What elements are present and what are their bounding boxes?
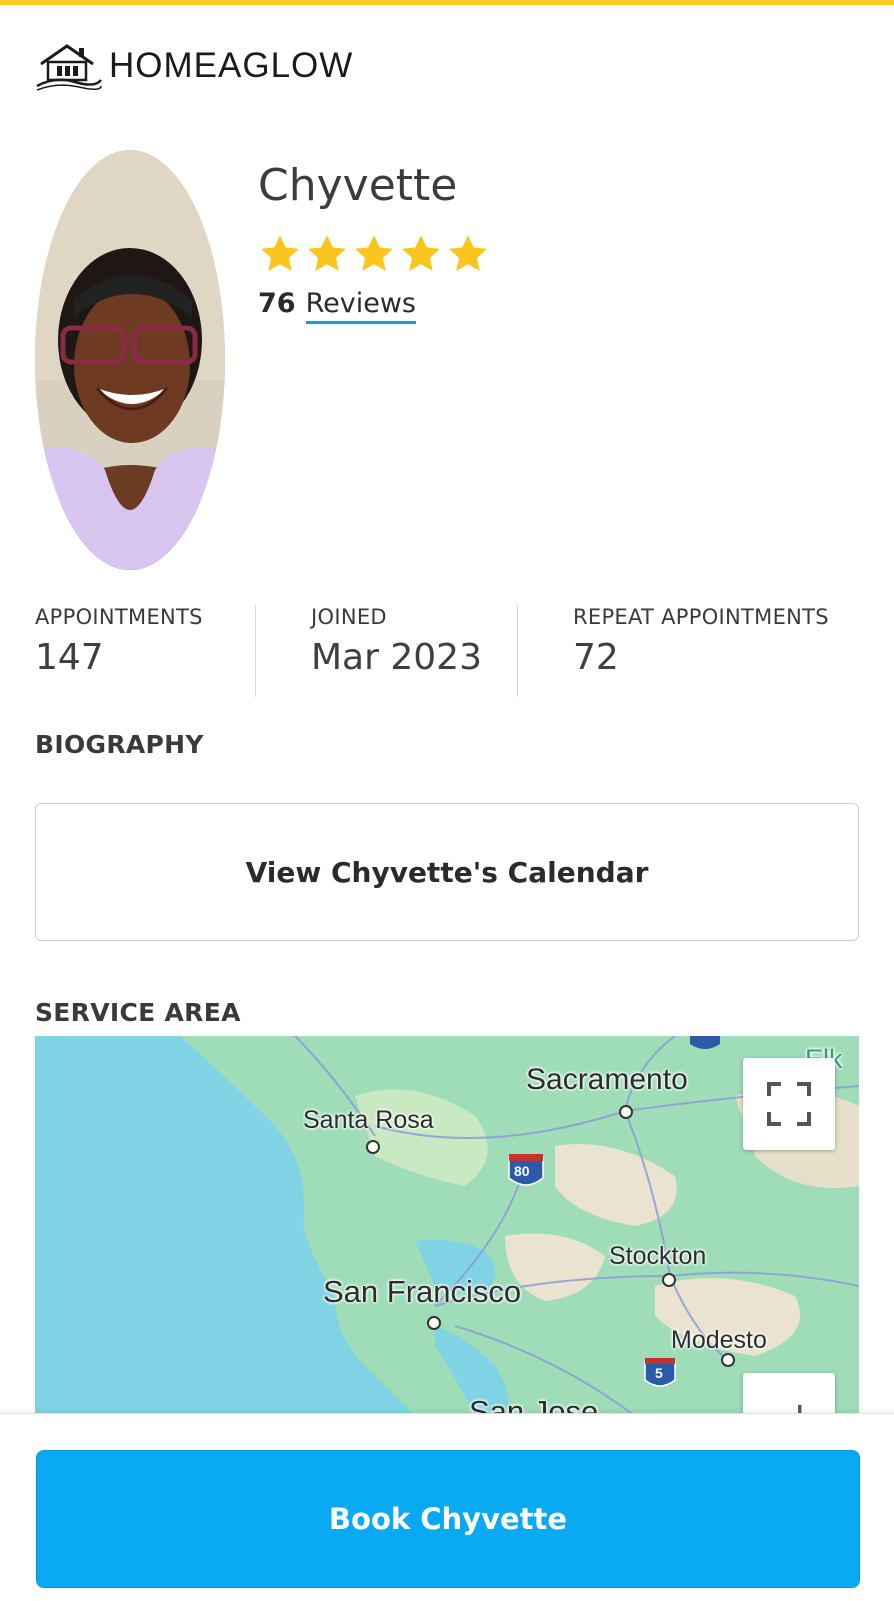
stat-appointments: APPOINTMENTS 147	[35, 605, 203, 697]
biography-title: BIOGRAPHY	[35, 730, 204, 759]
brand-name: HOMEAGLOW	[109, 46, 354, 85]
route-80-label: 80	[514, 1163, 530, 1179]
stat-label: JOINED	[311, 605, 387, 629]
map-label-modesto: Modesto	[671, 1326, 767, 1354]
top-accent-bar	[0, 0, 894, 5]
map-fullscreen-button[interactable]	[743, 1058, 835, 1150]
star-icon	[261, 235, 299, 271]
star-icon	[402, 235, 440, 271]
map-background	[35, 1036, 859, 1416]
book-button[interactable]: Book Chyvette	[36, 1450, 860, 1588]
stat-repeat-appointments: REPEAT APPOINTMENTS 72	[573, 605, 829, 697]
view-calendar-button[interactable]: View Chyvette's Calendar	[35, 803, 859, 941]
stat-value: 72	[573, 637, 619, 678]
homeaglow-logo[interactable]: HOMEAGLOW	[35, 40, 353, 92]
reviews-link[interactable]: Reviews	[305, 288, 416, 324]
bottom-action-bar: Book Chyvette	[0, 1413, 894, 1601]
route-5-label: 5	[655, 1365, 663, 1381]
service-area-map[interactable]: Sacramento Santa Rosa Stockton San Franc…	[35, 1036, 859, 1416]
map-zoom-in-button[interactable]: +	[743, 1373, 835, 1416]
fullscreen-icon	[767, 1082, 811, 1126]
map-label-stockton: Stockton	[609, 1242, 707, 1270]
stat-value: 147	[35, 637, 104, 678]
reviews-summary: 76 Reviews	[258, 288, 416, 324]
star-icon	[449, 235, 487, 271]
service-area-title: SERVICE AREA	[35, 998, 241, 1027]
review-count: 76	[258, 288, 296, 319]
person-photo-icon	[35, 150, 225, 570]
star-icon	[308, 235, 346, 271]
map-label-san-francisco: San Francisco	[323, 1274, 522, 1309]
stat-divider	[517, 605, 518, 697]
house-logo-icon	[36, 44, 102, 91]
star-rating	[258, 232, 490, 276]
map-label-santa-rosa: Santa Rosa	[303, 1106, 434, 1134]
stat-label: REPEAT APPOINTMENTS	[573, 605, 829, 629]
map-label-sacramento: Sacramento	[526, 1063, 688, 1096]
cleaner-name: Chyvette	[258, 160, 458, 211]
stat-label: APPOINTMENTS	[35, 605, 203, 629]
stat-divider	[255, 605, 256, 697]
cleaner-avatar	[35, 150, 225, 570]
stats-row: APPOINTMENTS 147 JOINED Mar 2023 REPEAT …	[35, 605, 859, 697]
stat-value: Mar 2023	[311, 637, 482, 678]
star-icon	[355, 235, 393, 271]
stat-joined: JOINED Mar 2023	[311, 605, 482, 697]
